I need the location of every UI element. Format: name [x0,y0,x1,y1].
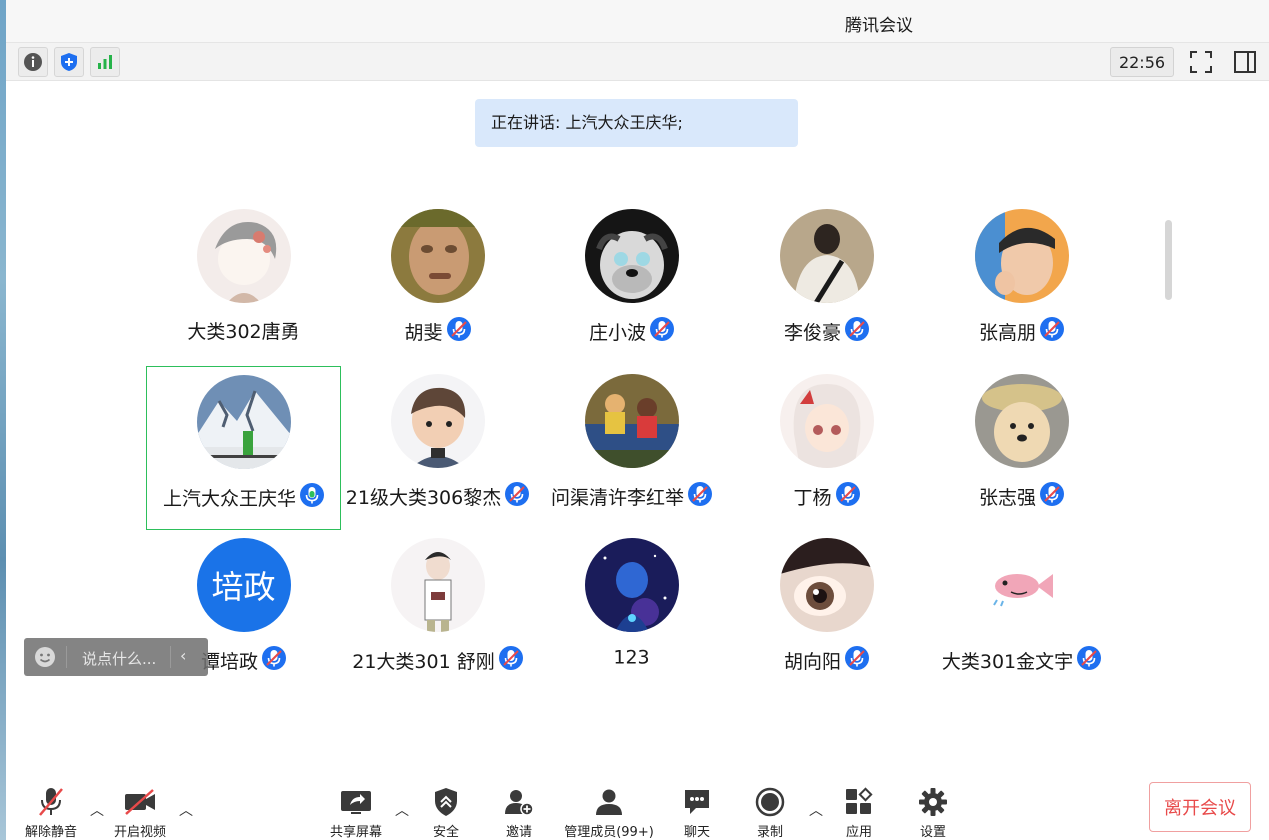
participant-tile[interactable]: 21大类301 舒刚 [340,530,535,694]
settings-button[interactable]: 设置 [888,786,978,840]
quick-chat-bar[interactable]: 说点什么... ‹ [24,638,208,676]
mic-muted-icon [650,317,674,346]
signal-icon[interactable] [90,47,120,77]
unmute-label: 解除静音 [24,825,77,840]
avatar [584,209,679,303]
participant-name: 123 [613,646,650,669]
participant-name: 李俊豪 [783,322,841,344]
start-video-button[interactable]: 开启视频 [95,786,185,840]
mic-muted-icon [262,646,286,675]
fullscreen-icon[interactable] [1188,49,1214,75]
avatar [779,538,874,632]
scrollbar[interactable] [1165,220,1172,300]
sidebar-toggle-icon[interactable] [1232,49,1258,75]
avatar [779,374,874,468]
desktop-edge [0,0,6,840]
avatar: 培政 [196,538,291,632]
members-icon [562,786,656,818]
participant-name: 问渠清许李红举 [550,487,684,509]
participant-name: 21大类301 舒刚 [352,651,495,673]
avatar [974,374,1069,468]
mic-off-icon [6,786,96,818]
video-label: 开启视频 [113,825,166,840]
avatar-text: 培政 [211,568,276,606]
chat-input[interactable]: 说点什么... [82,648,156,669]
participant-name-row: 大类301金文宇 [894,646,1149,675]
bottom-toolbar: 解除静音 ︿ 开启视频 ︿ 共享屏幕 ︿ 安全 邀请 管理成员(99+) 聊天 … [6,770,1269,840]
invite-label: 邀请 [505,825,532,840]
participant-tile[interactable]: 张志强 [924,366,1119,530]
info-icon[interactable] [18,47,48,77]
unmute-button[interactable]: 解除静音 [6,786,96,840]
avatar [584,374,679,468]
invite-button[interactable]: 邀请 [474,786,564,840]
invite-icon [474,786,564,818]
mic-muted-icon [1077,646,1102,675]
share-label: 共享屏幕 [329,825,382,840]
title-bar: 腾讯会议 [6,0,1269,43]
mic-muted-icon [1040,482,1064,511]
avatar [390,209,485,303]
participant-name: 谭培政 [200,651,258,673]
settings-label: 设置 [919,825,946,840]
participant-name-row: 张志强 [894,482,1149,511]
record-label: 录制 [756,825,783,840]
meeting-clock: 22:56 [1110,47,1174,77]
participant-tile[interactable]: 张高朋 [924,201,1119,365]
emoji-icon[interactable] [34,646,56,672]
mic-muted-icon [845,317,869,346]
avatar [390,538,485,632]
speaking-indicator: 正在讲话: 上汽大众王庆华; [475,99,798,147]
members-label: 管理成员(99+) [564,825,654,840]
avatar [974,538,1069,632]
mic-muted-icon [835,482,860,511]
collapse-icon[interactable]: ‹ [180,646,186,665]
participant-name: 张高朋 [978,322,1036,344]
participant-name-row: 张高朋 [894,317,1149,346]
shield-icon[interactable] [54,47,84,77]
window-title: 腾讯会议 [845,16,913,36]
participant-name: 大类302唐勇 [187,321,300,343]
meeting-info-bar: 22:56 [6,43,1269,81]
participant-name: 21级大类306黎杰 [345,487,502,509]
participant-name: 上汽大众王庆华 [162,488,296,510]
video-off-icon [95,786,185,818]
record-button[interactable]: 录制 [725,786,815,840]
avatar [390,374,485,468]
avatar [196,375,291,469]
avatar [779,209,874,303]
avatar [196,209,291,303]
share-screen-button[interactable]: 共享屏幕 [311,786,401,840]
participant-name: 大类301金文宇 [941,651,1074,673]
participant-name: 胡斐 [404,322,443,344]
record-icon [725,786,815,818]
leave-meeting-button[interactable]: 离开会议 [1149,782,1251,832]
manage-members-button[interactable]: 管理成员(99+) [562,786,656,840]
share-screen-icon [311,786,401,818]
mic-muted-icon [845,646,869,675]
mic-muted-icon [446,317,471,346]
participant-name: 张志强 [978,487,1036,509]
participant-name: 庄小波 [588,322,646,344]
avatar [584,538,679,632]
mic-muted-icon [1040,317,1064,346]
participant-name: 丁杨 [793,487,832,509]
participant-tile[interactable]: 大类301金文宇 [924,530,1119,694]
video-options-caret-icon[interactable]: ︿ [179,800,193,820]
gear-icon [888,786,978,818]
participant-name: 胡向阳 [783,651,841,673]
avatar [974,209,1069,303]
